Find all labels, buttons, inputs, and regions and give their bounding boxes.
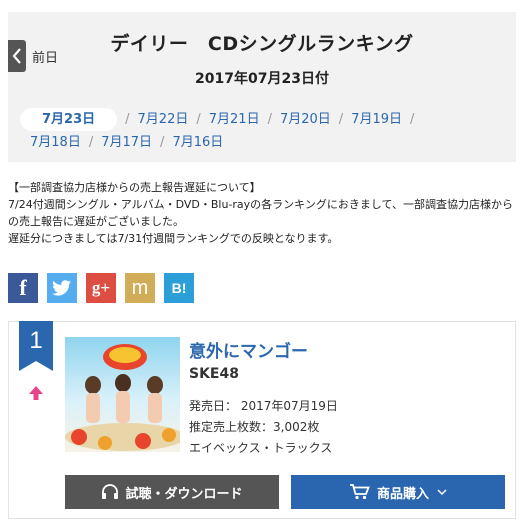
hatena-bookmark-icon: B! — [171, 280, 187, 296]
google-plus-share-button[interactable]: g+ — [86, 273, 116, 303]
delay-notice: 【一部調査協力店様からの売上報告遅延について】 7/24付週間シングル・アルバム… — [8, 179, 516, 247]
entry-details: 発売日： 2017年07月19日 推定売上枚数：3,002枚 エイベックス・トラ… — [189, 396, 338, 459]
twitter-share-button[interactable] — [47, 273, 77, 303]
album-cover-image[interactable] — [65, 337, 180, 452]
date-tab[interactable]: 7月16日 — [172, 131, 223, 154]
song-title-link[interactable]: 意外にマンゴー — [189, 337, 308, 362]
page-date: 2017年07月23日付 — [195, 71, 329, 87]
facebook-share-button[interactable]: f — [8, 273, 38, 303]
trend-up-arrow-icon — [29, 386, 43, 400]
estimated-sales: 推定売上枚数：3,002枚 — [189, 420, 320, 434]
listen-download-label: 試聴・ダウンロード — [125, 486, 243, 502]
date-tab[interactable]: 7月22日 — [138, 108, 189, 131]
date-navigation: 7月23日/7月22日/7月21日/7月20日/7月19日/ 7月18日/7月1… — [20, 108, 510, 154]
purchase-button[interactable]: 商品購入 — [291, 475, 505, 509]
facebook-icon: f — [19, 275, 27, 300]
date-tab[interactable]: 7月18日 — [30, 131, 81, 154]
chevron-down-icon — [437, 489, 447, 496]
notice-text: 7/24付週間シングル・アルバム・DVD・Blu-rayの各ランキングにおきまし… — [8, 198, 513, 228]
share-buttons: f g+ m B! — [8, 273, 194, 303]
ranking-entry: 1 意外にマンゴー SKE48 発売日： 2017年07月19日 推定売上枚数：… — [8, 321, 516, 519]
release-date: 発売日： 2017年07月19日 — [189, 399, 338, 413]
ranking-header: 前日 デイリー CDシングルランキング 2017年07月23日付 7月23日/7… — [8, 12, 516, 162]
purchase-label: 商品購入 — [376, 486, 429, 502]
date-tab-active[interactable]: 7月23日 — [20, 108, 118, 131]
mixi-icon: m — [131, 276, 149, 299]
cart-icon — [349, 484, 370, 500]
record-label: エイベックス・トラックス — [189, 441, 333, 455]
hatena-share-button[interactable]: B! — [164, 273, 194, 303]
twitter-icon — [52, 280, 71, 296]
listen-download-button[interactable]: 試聴・ダウンロード — [65, 475, 279, 509]
album-cover-art — [65, 337, 180, 452]
artist-name: SKE48 — [189, 366, 239, 382]
page-title: デイリー CDシングルランキング — [110, 33, 414, 55]
date-tab[interactable]: 7月21日 — [209, 108, 260, 131]
google-plus-icon: g+ — [91, 278, 111, 297]
headphones-icon — [102, 484, 119, 499]
date-tab[interactable]: 7月20日 — [280, 108, 331, 131]
date-tab[interactable]: 7月19日 — [351, 108, 402, 131]
rank-number: 1 — [29, 327, 43, 354]
notice-heading: 【一部調査協力店様からの売上報告遅延について】 — [8, 181, 261, 194]
date-tab[interactable]: 7月17日 — [101, 131, 152, 154]
mixi-share-button[interactable]: m — [125, 273, 155, 303]
notice-text: 遅延分につきましては7/31付週間ランキングでの反映となります。 — [8, 232, 339, 245]
